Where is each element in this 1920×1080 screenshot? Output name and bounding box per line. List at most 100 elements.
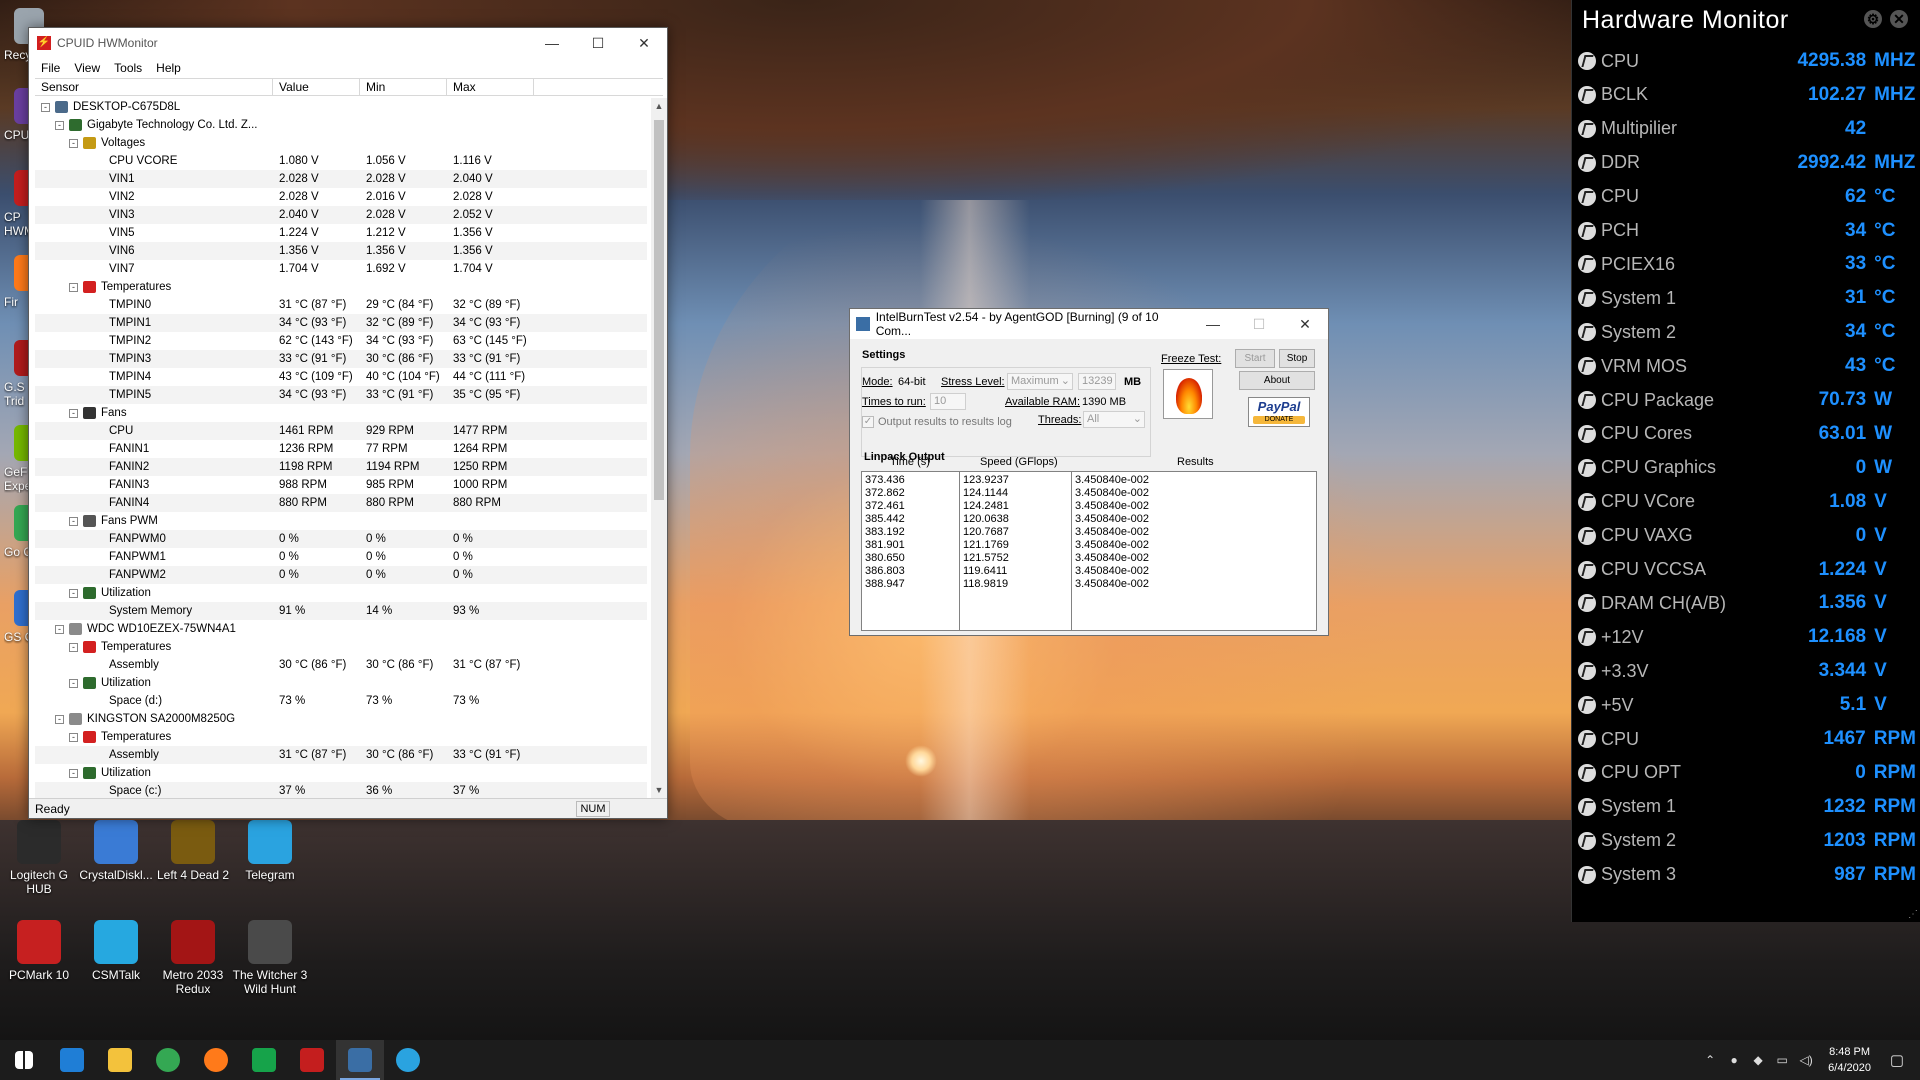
taskbar-file-explorer[interactable] (96, 1040, 144, 1080)
taskbar-chrome[interactable] (144, 1040, 192, 1080)
hardware-monitor-gadget[interactable]: Hardware Monitor ⚙ ✕ CPU 4295.38 MHZ BCLK 10… (1571, 0, 1920, 922)
sensor-row[interactable]: FANIN4 880 RPM 880 RPM 880 RPM (35, 494, 647, 512)
taskbar-intelburntest[interactable] (336, 1040, 384, 1080)
tray-shield-icon[interactable]: ◆ (1749, 1053, 1767, 1067)
desktop-icon[interactable]: Telegram (231, 820, 309, 882)
maximize-button[interactable]: ☐ (575, 28, 621, 58)
desktop-icon[interactable]: CrystalDiskl... (77, 820, 155, 882)
sensor-row[interactable]: TMPIN1 34 °C (93 °F) 32 °C (89 °F) 34 °C (9… (35, 314, 647, 332)
expand-collapse-toggle[interactable]: - (55, 121, 64, 130)
desktop-icon[interactable]: CSMTalk (77, 920, 155, 982)
sensor-row[interactable]: FANPWM2 0 % 0 % 0 % (35, 566, 647, 584)
expand-collapse-toggle[interactable]: - (41, 103, 50, 112)
ibt-mb-field[interactable]: 13239 (1078, 373, 1116, 390)
sensor-tree[interactable]: - DESKTOP-C675D8L - Gigabyte Technology Co.… (35, 98, 647, 798)
sensor-row[interactable]: - DESKTOP-C675D8L (35, 98, 647, 116)
sensor-row[interactable]: - Temperatures (35, 278, 647, 296)
notification-icon[interactable]: ▢ (1888, 1051, 1906, 1069)
gadget-close-icon[interactable]: ✕ (1890, 10, 1908, 28)
ibt-minimize-button[interactable]: — (1190, 309, 1236, 339)
taskbar-geforce[interactable] (240, 1040, 288, 1080)
sensor-row[interactable]: VIN5 1.224 V 1.212 V 1.356 V (35, 224, 647, 242)
taskbar-clock[interactable]: 8:48 PM 6/4/2020 (1828, 1044, 1871, 1076)
sensor-row[interactable]: Assembly 30 °C (86 °F) 30 °C (86 °F) 31 °C … (35, 656, 647, 674)
sensor-row[interactable]: TMPIN3 33 °C (91 °F) 30 °C (86 °F) 33 °C (9… (35, 350, 647, 368)
taskbar-edge[interactable] (48, 1040, 96, 1080)
sensor-row[interactable]: FANPWM0 0 % 0 % 0 % (35, 530, 647, 548)
ibt-stress-select[interactable]: Maximum ⌄ (1007, 373, 1073, 390)
ibt-stop-button[interactable]: Stop (1279, 349, 1315, 368)
sensor-row[interactable]: VIN1 2.028 V 2.028 V 2.040 V (35, 170, 647, 188)
sensor-row[interactable]: Space (d:) 73 % 73 % 73 % (35, 692, 647, 710)
ibt-maximize-button[interactable]: ☐ (1236, 309, 1282, 339)
sensor-row[interactable]: System Memory 91 % 14 % 93 % (35, 602, 647, 620)
scroll-down-arrow[interactable]: ▼ (651, 782, 667, 798)
expand-collapse-toggle[interactable]: - (69, 643, 78, 652)
sensor-row[interactable]: - Temperatures (35, 638, 647, 656)
sensor-row[interactable]: - Gigabyte Technology Co. Ltd. Z... (35, 116, 647, 134)
ibt-start-button[interactable]: Start (1235, 349, 1275, 368)
ibt-close-button[interactable]: ✕ (1282, 309, 1328, 339)
taskbar-start-button[interactable] (0, 1040, 48, 1080)
sensor-row[interactable]: - WDC WD10EZEX-75WN4A1 (35, 620, 647, 638)
volume-icon[interactable]: ◁) (1797, 1053, 1815, 1067)
taskbar-hwmonitor[interactable] (288, 1040, 336, 1080)
ibt-about-button[interactable]: About (1239, 371, 1315, 390)
close-button[interactable]: ✕ (621, 28, 667, 58)
desktop-icon[interactable]: Left 4 Dead 2 (154, 820, 232, 882)
menu-tools[interactable]: Tools (108, 61, 150, 75)
sensor-row[interactable]: TMPIN2 62 °C (143 °F) 34 °C (93 °F) 63 °C (… (35, 332, 647, 350)
sensor-row[interactable]: - KINGSTON SA2000M8250G (35, 710, 647, 728)
sensor-row[interactable]: - Fans PWM (35, 512, 647, 530)
sensor-row[interactable]: TMPIN0 31 °C (87 °F) 29 °C (84 °F) 32 °C (8… (35, 296, 647, 314)
menu-view[interactable]: View (68, 61, 108, 75)
sensor-row[interactable]: - Temperatures (35, 728, 647, 746)
expand-collapse-toggle[interactable]: - (55, 625, 64, 634)
hwmonitor-window[interactable]: ⚡ CPUID HWMonitor — ☐ ✕ File View Tools … (28, 27, 668, 819)
sensor-row[interactable]: CPU VCORE 1.080 V 1.056 V 1.116 V (35, 152, 647, 170)
expand-collapse-toggle[interactable]: - (69, 139, 78, 148)
expand-collapse-toggle[interactable]: - (69, 409, 78, 418)
tray-overflow-icon[interactable]: ⌃ (1701, 1053, 1719, 1067)
menu-file[interactable]: File (35, 61, 68, 75)
network-icon[interactable]: ▭ (1773, 1053, 1791, 1067)
sensor-row[interactable]: TMPIN4 43 °C (109 °F) 40 °C (104 °F) 44 °C … (35, 368, 647, 386)
sensor-row[interactable]: FANPWM1 0 % 0 % 0 % (35, 548, 647, 566)
sensor-row[interactable]: - Fans (35, 404, 647, 422)
menu-help[interactable]: Help (150, 61, 189, 75)
hwmonitor-titlebar[interactable]: ⚡ CPUID HWMonitor — ☐ ✕ (29, 28, 667, 58)
ibt-log-checkbox[interactable]: ✓ (862, 416, 874, 428)
hwmonitor-scrollbar[interactable]: ▲ ▼ (651, 98, 667, 798)
taskbar-telegram[interactable] (384, 1040, 432, 1080)
sensor-row[interactable]: - Voltages (35, 134, 647, 152)
sensor-row[interactable]: - Utilization (35, 674, 647, 692)
sensor-row[interactable]: FANIN1 1236 RPM 77 RPM 1264 RPM (35, 440, 647, 458)
sensor-row[interactable]: VIN7 1.704 V 1.692 V 1.704 V (35, 260, 647, 278)
sensor-row[interactable]: Space (c:) 37 % 36 % 37 % (35, 782, 647, 798)
scroll-thumb[interactable] (654, 120, 664, 500)
sensor-row[interactable]: FANIN2 1198 RPM 1194 RPM 1250 RPM (35, 458, 647, 476)
expand-collapse-toggle[interactable]: - (69, 679, 78, 688)
sensor-row[interactable]: VIN2 2.028 V 2.016 V 2.028 V (35, 188, 647, 206)
desktop-icon[interactable]: PCMark 10 (0, 920, 78, 982)
sensor-row[interactable]: VIN3 2.040 V 2.028 V 2.052 V (35, 206, 647, 224)
minimize-button[interactable]: — (529, 28, 575, 58)
sensor-row[interactable]: FANIN3 988 RPM 985 RPM 1000 RPM (35, 476, 647, 494)
intelburntest-window[interactable]: IntelBurnTest v2.54 - by AgentGOD [Burni… (849, 308, 1329, 636)
desktop-icon[interactable]: Logitech G HUB (0, 820, 78, 896)
ibt-times-field[interactable]: 10 (930, 393, 966, 410)
sensor-row[interactable]: - Utilization (35, 584, 647, 602)
tray-app-icon[interactable]: ● (1725, 1053, 1743, 1067)
gadget-settings-icon[interactable]: ⚙ (1864, 10, 1882, 28)
desktop-icon[interactable]: Metro 2033 Redux (154, 920, 232, 996)
sensor-row[interactable]: VIN6 1.356 V 1.356 V 1.356 V (35, 242, 647, 260)
expand-collapse-toggle[interactable]: - (69, 733, 78, 742)
expand-collapse-toggle[interactable]: - (69, 589, 78, 598)
column-value[interactable]: Value (273, 79, 360, 95)
paypal-donate-button[interactable]: PayPal DONATE (1248, 397, 1310, 427)
gadget-resize-grip[interactable]: ⋰ (1908, 909, 1918, 920)
ibt-titlebar[interactable]: IntelBurnTest v2.54 - by AgentGOD [Burni… (850, 309, 1328, 339)
column-min[interactable]: Min (360, 79, 447, 95)
expand-collapse-toggle[interactable]: - (69, 283, 78, 292)
taskbar-firefox[interactable] (192, 1040, 240, 1080)
